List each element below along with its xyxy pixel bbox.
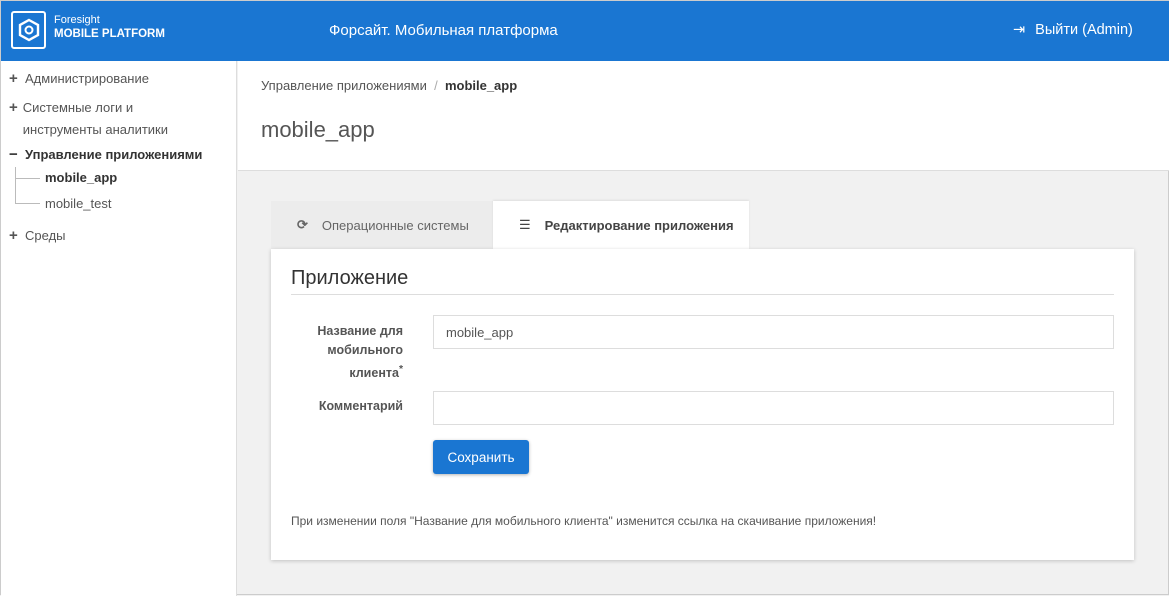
logo-text-product: MOBILE PLATFORM (54, 28, 165, 40)
form-card: Приложение Название для мобильного клиен… (271, 249, 1134, 560)
comment-label: Комментарий (318, 399, 403, 413)
page-header: Управление приложениями / mobile_app mob… (238, 61, 1169, 171)
sidebar-item-environments[interactable]: + Среды (9, 225, 66, 247)
tab-label: Операционные системы (321, 217, 469, 233)
sidebar-item-logs[interactable]: + Системные логи и инструменты аналитики (9, 97, 189, 141)
sidebar-item-label: Среды (25, 228, 66, 243)
info-note: При изменении поля "Название для мобильн… (291, 514, 877, 528)
tab-edit-app[interactable]: ☰ Редактирование приложения (493, 201, 749, 249)
logo-text: Foresight (54, 14, 100, 26)
plus-icon: + (9, 227, 18, 244)
refresh-icon: ⟳ (297, 217, 308, 232)
sidebar-item-administration[interactable]: + Администрирование (9, 68, 149, 90)
name-label: Название для мобильного клиента* (317, 324, 403, 381)
tree-lines (15, 167, 40, 204)
app-title: Форсайт. Мобильная платформа (329, 22, 558, 39)
breadcrumb-parent[interactable]: Управление приложениями (261, 78, 427, 93)
required-mark: * (398, 364, 403, 375)
logout-icon: ⇥ (1013, 22, 1026, 38)
tab-label: Редактирование приложения (544, 217, 734, 233)
comment-input[interactable] (433, 391, 1114, 425)
sidebar-item-label: Системные логи и инструменты аналитики (22, 100, 169, 137)
sidebar-item-label: Администрирование (25, 71, 149, 86)
logo-icon (11, 11, 46, 49)
tab-operating-systems[interactable]: ⟳ Операционные системы (271, 201, 493, 249)
plus-icon: + (9, 70, 18, 87)
sidebar-app-mobile-test[interactable]: mobile_test (45, 196, 111, 211)
top-bar: Foresight MOBILE PLATFORM Форсайт. Мобил… (1, 1, 1169, 61)
save-button[interactable]: Сохранить (433, 440, 529, 474)
section-title: Приложение (291, 267, 1114, 295)
page-title: mobile_app (261, 117, 375, 142)
breadcrumb-sep: / (434, 78, 438, 93)
plus-icon: + (9, 99, 18, 116)
mobile-client-name-input[interactable] (433, 315, 1114, 349)
sidebar: + Администрирование + Системные логи и инс… (1, 61, 237, 596)
sidebar-app-mobile-app[interactable]: mobile_app (45, 170, 117, 185)
breadcrumb: Управление приложениями / mobile_app (261, 78, 517, 93)
sliders-icon: ☰ (519, 217, 531, 232)
minus-icon: − (9, 146, 18, 163)
logout-label: Выйти (Admin) (1035, 22, 1133, 38)
sidebar-item-app-management[interactable]: − Управление приложениями (9, 144, 202, 166)
breadcrumb-current: mobile_app (444, 78, 518, 93)
logout-button[interactable]: ⇥ Выйти (Admin) (1013, 22, 1133, 38)
sidebar-item-label: Управление приложениями (25, 147, 203, 162)
